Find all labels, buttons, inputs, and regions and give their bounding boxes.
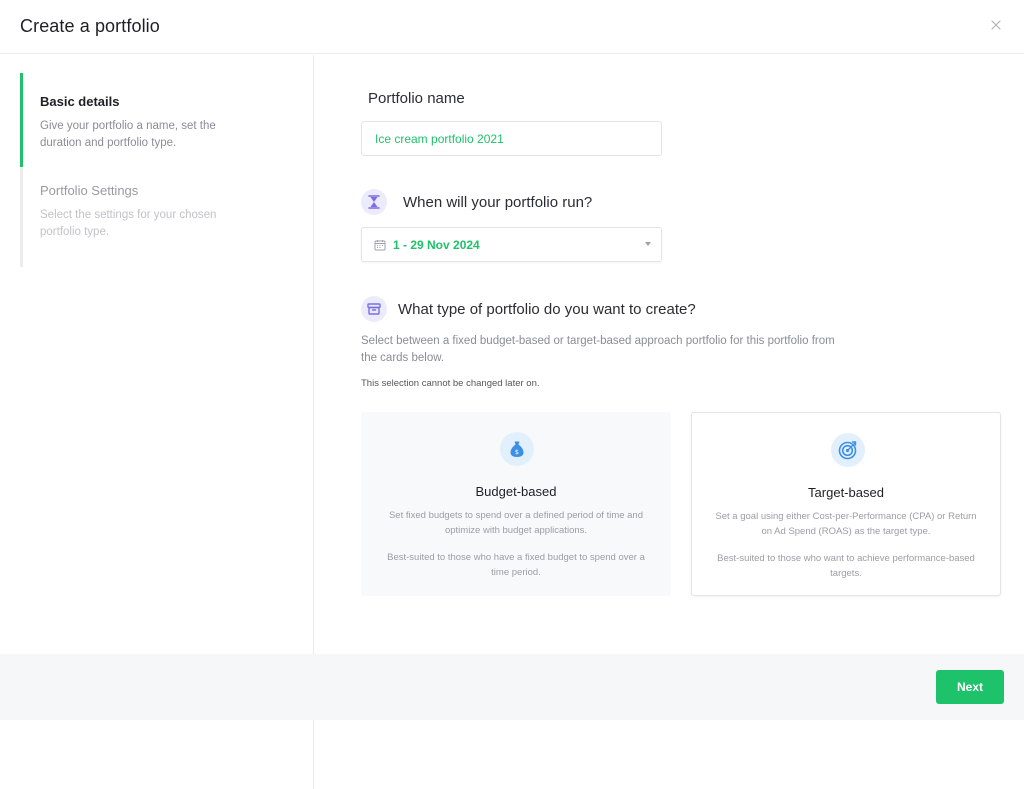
- money-bag-icon: $: [500, 432, 534, 466]
- step-description: Give your portfolio a name, set the dura…: [40, 120, 216, 149]
- type-question-label: What type of portfolio do you want to cr…: [398, 301, 696, 318]
- card-title: Budget-based: [475, 484, 557, 499]
- hourglass-icon: [361, 189, 387, 215]
- card-description: Set fixed budgets to spend over a define…: [388, 510, 644, 536]
- calendar-icon: [374, 238, 386, 256]
- close-icon[interactable]: [988, 17, 1004, 33]
- date-range-select[interactable]: 1 - 29 Nov 2024: [361, 227, 662, 262]
- svg-text:$: $: [515, 448, 519, 456]
- modal-header: Create a portfolio: [0, 0, 1024, 54]
- portfolio-name-input[interactable]: [361, 121, 662, 156]
- modal-title: Create a portfolio: [20, 16, 160, 36]
- step-portfolio-settings[interactable]: Portfolio Settings Select the settings f…: [20, 167, 280, 267]
- target-based-card[interactable]: Target-based Set a goal using either Cos…: [691, 412, 1001, 596]
- type-description: Select between a fixed budget-based or t…: [361, 335, 835, 364]
- portfolio-name-label: Portfolio name: [368, 90, 465, 107]
- step-title: Portfolio Settings: [40, 183, 139, 198]
- box-icon: [361, 296, 387, 322]
- chevron-down-icon: [645, 242, 651, 246]
- step-title: Basic details: [40, 94, 120, 109]
- card-description: Set a goal using either Cost-per-Perform…: [715, 511, 977, 537]
- date-range-value: 1 - 29 Nov 2024: [393, 238, 480, 252]
- budget-based-card[interactable]: $ Budget-based Set fixed budgets to spen…: [361, 412, 671, 596]
- card-suited-text: Best-suited to those who want to achieve…: [717, 553, 975, 579]
- card-suited-text: Best-suited to those who have a fixed bu…: [387, 552, 645, 578]
- step-description: Select the settings for your chosen port…: [40, 209, 217, 238]
- type-warning: This selection cannot be changed later o…: [361, 378, 540, 389]
- run-question-label: When will your portfolio run?: [403, 194, 593, 211]
- form-main: Portfolio name When will your portfolio …: [314, 55, 1024, 655]
- step-basic-details[interactable]: Basic details Give your portfolio a name…: [20, 73, 280, 167]
- modal-footer: Next: [0, 654, 1024, 720]
- next-button[interactable]: Next: [936, 670, 1004, 704]
- card-title: Target-based: [808, 485, 884, 500]
- target-icon: [831, 433, 865, 467]
